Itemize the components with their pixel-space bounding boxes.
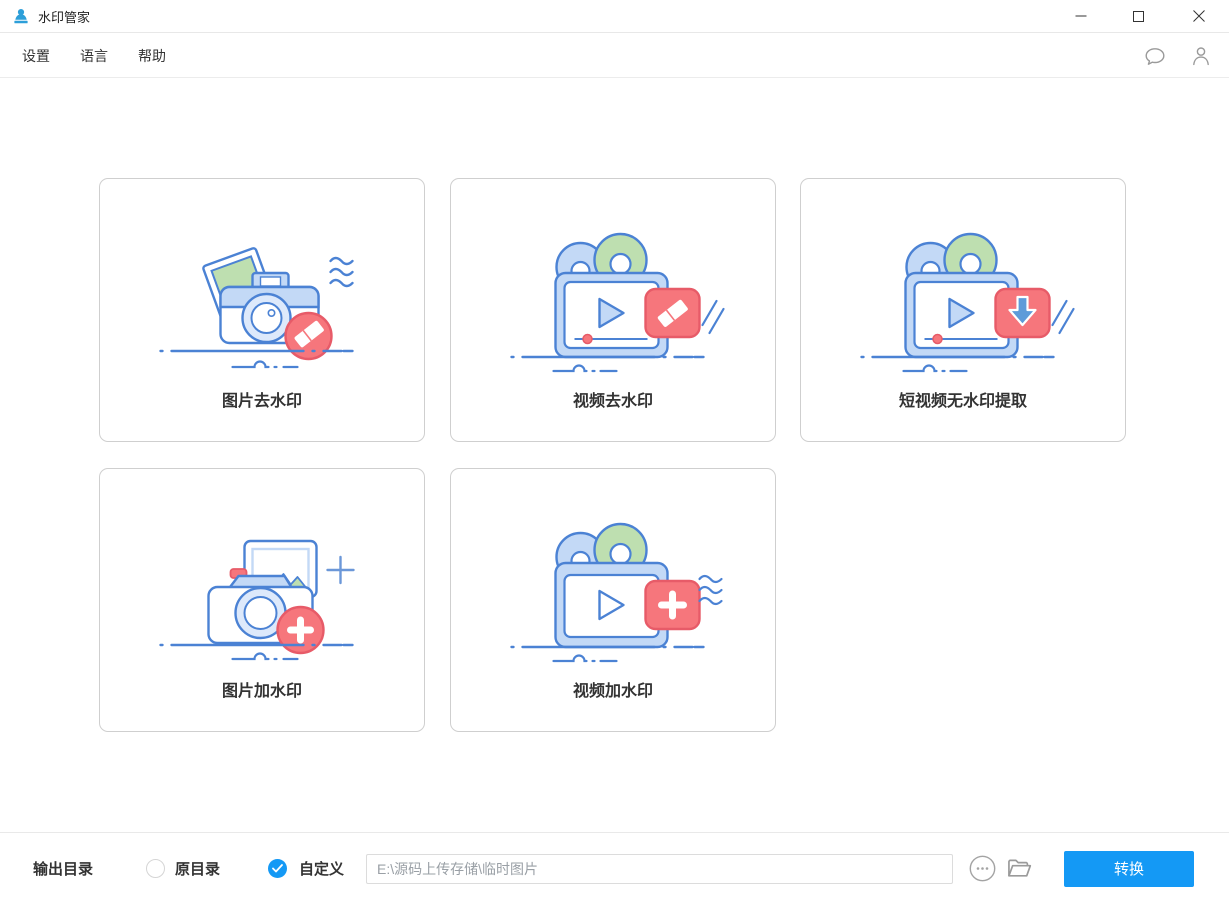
card-label: 视频加水印 <box>451 677 775 701</box>
camera-eraser-illustration <box>145 227 380 382</box>
window-title: 水印管家 <box>38 7 90 26</box>
app-logo-stamp-icon <box>12 8 30 25</box>
card-image-remove-watermark[interactable]: 图片去水印 <box>99 178 425 442</box>
minimize-button[interactable] <box>1058 0 1104 32</box>
main-content: 图片去水印 视频去水印 <box>0 79 1229 832</box>
output-directory-bar: 输出目录 原目录 自定义 转换 <box>0 832 1229 904</box>
video-plus-illustration <box>496 517 731 672</box>
menubar: 设置 语言 帮助 <box>0 34 1229 78</box>
titlebar: 水印管家 <box>0 0 1229 33</box>
custom-dir-checkbox[interactable] <box>268 859 287 878</box>
menu-language[interactable]: 语言 <box>72 42 116 70</box>
original-dir-radio[interactable] <box>146 859 165 878</box>
browse-ellipsis-icon[interactable] <box>969 855 996 882</box>
card-label: 视频去水印 <box>451 387 775 411</box>
custom-dir-label[interactable]: 自定义 <box>299 858 344 879</box>
close-button[interactable] <box>1176 0 1222 32</box>
card-label: 图片加水印 <box>100 677 424 701</box>
convert-button[interactable]: 转换 <box>1064 851 1194 887</box>
card-video-add-watermark[interactable]: 视频加水印 <box>450 468 776 732</box>
original-dir-label[interactable]: 原目录 <box>175 858 220 879</box>
menu-help[interactable]: 帮助 <box>130 42 174 70</box>
video-eraser-illustration <box>496 227 731 382</box>
chat-bubble-icon[interactable] <box>1143 44 1167 68</box>
maximize-button[interactable] <box>1115 0 1161 32</box>
output-path-input[interactable] <box>366 854 953 884</box>
card-label: 图片去水印 <box>100 387 424 411</box>
output-dir-label: 输出目录 <box>33 858 93 879</box>
open-folder-icon[interactable] <box>1005 855 1032 882</box>
card-label: 短视频无水印提取 <box>801 387 1125 411</box>
video-download-illustration <box>846 227 1081 382</box>
card-short-video-extract[interactable]: 短视频无水印提取 <box>800 178 1126 442</box>
menu-settings[interactable]: 设置 <box>14 42 58 70</box>
user-icon[interactable] <box>1189 44 1213 68</box>
card-image-add-watermark[interactable]: 图片加水印 <box>99 468 425 732</box>
camera-plus-illustration <box>145 517 380 672</box>
card-video-remove-watermark[interactable]: 视频去水印 <box>450 178 776 442</box>
